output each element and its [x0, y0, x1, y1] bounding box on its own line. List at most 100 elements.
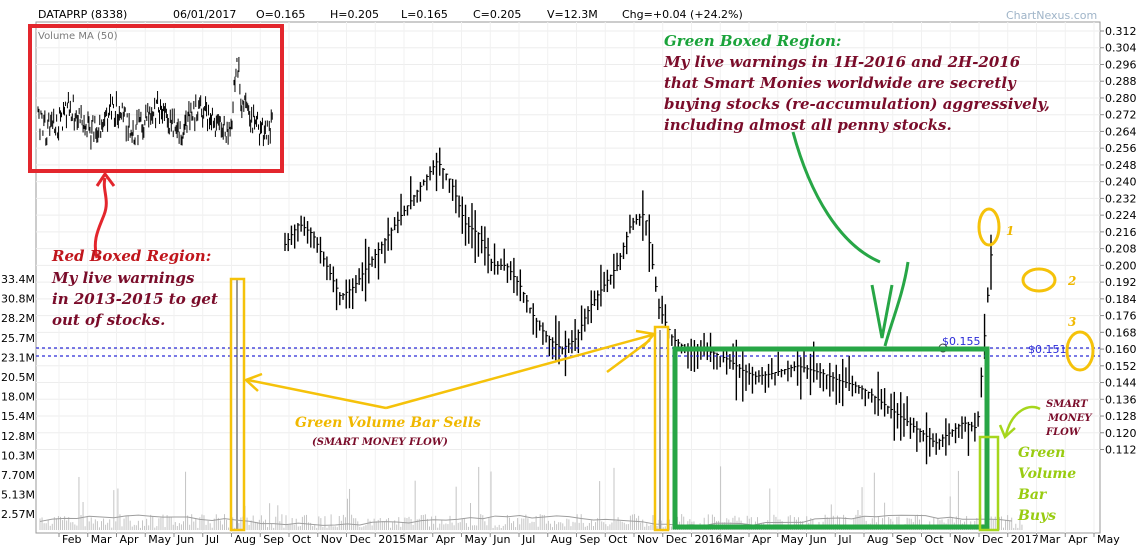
- price-tick-label: 0.280: [1105, 92, 1136, 105]
- smf-line-2: MONEY: [1048, 413, 1092, 424]
- time-tick-label: Aug: [867, 533, 888, 546]
- price-tick-label: 0.176: [1105, 310, 1136, 323]
- time-tick-label: Mar: [723, 533, 744, 546]
- volume-tick-label: 18.0M: [1, 391, 35, 404]
- time-tick-label: Oct: [608, 533, 628, 546]
- date-label: 06/01/2017: [173, 8, 237, 21]
- volume-tick-label: 7.70M: [1, 469, 35, 482]
- price-axis: 0.312 0.304 0.296 0.288 0.280 0.272 0.264 0.256…: [1100, 25, 1136, 457]
- close-label: C=0.205: [473, 8, 522, 21]
- price-tick-label: 0.304: [1105, 42, 1136, 55]
- time-tick-label: Jun: [809, 533, 827, 546]
- price-tick-label: 0.152: [1105, 360, 1136, 373]
- volume-tick-label: 28.2M: [1, 312, 35, 325]
- price-tick-label: 0.208: [1105, 243, 1136, 256]
- time-tick-label: May: [148, 533, 171, 546]
- red-box-title: Red Boxed Region:: [52, 247, 212, 265]
- open-label: O=0.165: [256, 8, 306, 21]
- buys-line-4: Buys: [1018, 508, 1057, 524]
- time-tick-label: Nov: [321, 533, 343, 546]
- time-tick-label: Nov: [953, 533, 975, 546]
- time-tick-label: Jun: [492, 533, 510, 546]
- green-box-line-1: My live warnings in 1H-2016 and 2H-2016: [664, 53, 1021, 71]
- time-tick-label: Aug: [551, 533, 572, 546]
- green-box-line-3: buying stocks (re-accumulation) aggressi…: [664, 95, 1050, 113]
- price-tick-label: 0.128: [1105, 410, 1136, 423]
- price-tick-label: 0.200: [1105, 259, 1136, 272]
- price-tick-label: 0.168: [1105, 326, 1136, 339]
- time-tick-label: Nov: [637, 533, 659, 546]
- time-tick-label: Sep: [580, 533, 601, 546]
- time-tick-label: Apr: [120, 533, 140, 546]
- price-tick-label: 0.136: [1105, 393, 1136, 406]
- volume-tick-label: 33.4M: [1, 273, 35, 286]
- price-tick-label: 0.160: [1105, 343, 1136, 356]
- green-box-title: Green Boxed Region:: [664, 32, 842, 50]
- high-label: H=0.205: [330, 8, 379, 21]
- red-box-line-2: in 2013-2015 to get: [52, 290, 218, 308]
- price-tick-label: 0.240: [1105, 176, 1136, 189]
- volume-tick-label: 2.57M: [1, 508, 35, 521]
- time-tick-label: 2017: [1011, 533, 1039, 546]
- volume-tick-label: 23.1M: [1, 351, 35, 364]
- time-tick-label: Oct: [925, 533, 945, 546]
- price-tick-label: 0.296: [1105, 58, 1136, 71]
- time-tick-label: 2016: [695, 533, 723, 546]
- marker-number-3: 3: [1068, 315, 1077, 329]
- volume-axis: 33.4M 30.8M 28.2M 25.7M 23.1M 20.5M 18.0M 15.4M…: [1, 273, 35, 521]
- symbol-label: DATAPRP (8338): [38, 8, 128, 21]
- buys-line-1: Green: [1018, 445, 1066, 461]
- volume-tick-label: 15.4M: [1, 410, 35, 423]
- buys-line-3: Bar: [1018, 487, 1047, 503]
- price-tick-label: 0.256: [1105, 142, 1136, 155]
- volume-tick-label: 20.5M: [1, 371, 35, 384]
- time-tick-label: Dec: [982, 533, 1003, 546]
- time-tick-label: Jul: [205, 533, 219, 546]
- price-tick-label: 0.224: [1105, 209, 1136, 222]
- time-axis: Feb Mar Apr May Jun Jul Aug Sep Oct Nov Dec 2015 Mar…: [58, 533, 1120, 546]
- smf-line-3: FLOW: [1046, 427, 1081, 438]
- price-tick-label: 0.312: [1105, 25, 1136, 38]
- price-tick-label: 0.248: [1105, 159, 1136, 172]
- time-tick-label: Jun: [176, 533, 194, 546]
- time-tick-label: Dec: [666, 533, 687, 546]
- green-box-line-2: that Smart Monies worldwide are secretly: [664, 74, 1016, 92]
- price-tick-label: 0.112: [1105, 444, 1136, 457]
- marker-number-2: 2: [1068, 274, 1077, 288]
- buys-line-2: Volume: [1018, 466, 1077, 482]
- time-tick-label: Mar: [407, 533, 428, 546]
- time-tick-label: May: [781, 533, 804, 546]
- time-tick-label: Apr: [752, 533, 772, 546]
- red-box-line-1: My live warnings: [52, 269, 195, 287]
- time-tick-label: Apr: [1068, 533, 1088, 546]
- green-box-line-4: including almost all penny stocks.: [664, 116, 952, 134]
- time-tick-label: May: [1097, 533, 1120, 546]
- time-tick-label: Sep: [263, 533, 284, 546]
- price-tick-label: 0.184: [1105, 293, 1136, 306]
- price-tick-label: 0.144: [1105, 377, 1136, 390]
- price-tick-label: 0.216: [1105, 226, 1136, 239]
- smf-line-1: SMART: [1046, 399, 1088, 410]
- time-tick-label: Jul: [521, 533, 535, 546]
- low-label: L=0.165: [401, 8, 448, 21]
- sells-title: Green Volume Bar Sells: [295, 415, 481, 431]
- reference-line-label: $0.155: [942, 335, 981, 348]
- volume-tick-label: 5.13M: [1, 489, 35, 502]
- sells-subtitle: (SMART MONEY FLOW): [312, 437, 448, 448]
- marker-number-1: 1: [1006, 224, 1015, 238]
- price-tick-label: 0.232: [1105, 192, 1136, 205]
- volume-label: V=12.3M: [547, 8, 598, 21]
- time-tick-label: Sep: [896, 533, 917, 546]
- time-tick-label: Apr: [436, 533, 456, 546]
- brand-watermark: ChartNexus.com: [1006, 9, 1098, 22]
- price-tick-label: 0.264: [1105, 125, 1136, 138]
- change-label: Chg=+0.04 (+24.2%): [622, 8, 743, 21]
- volume-tick-label: 30.8M: [1, 293, 35, 306]
- time-tick-label: Dec: [350, 533, 371, 546]
- time-tick-label: Aug: [235, 533, 256, 546]
- inset-label: Volume MA (50): [38, 31, 118, 42]
- price-tick-label: 0.288: [1105, 75, 1136, 88]
- red-box-line-3: out of stocks.: [52, 311, 166, 329]
- volume-tick-label: 10.3M: [1, 449, 35, 462]
- time-tick-label: Oct: [292, 533, 312, 546]
